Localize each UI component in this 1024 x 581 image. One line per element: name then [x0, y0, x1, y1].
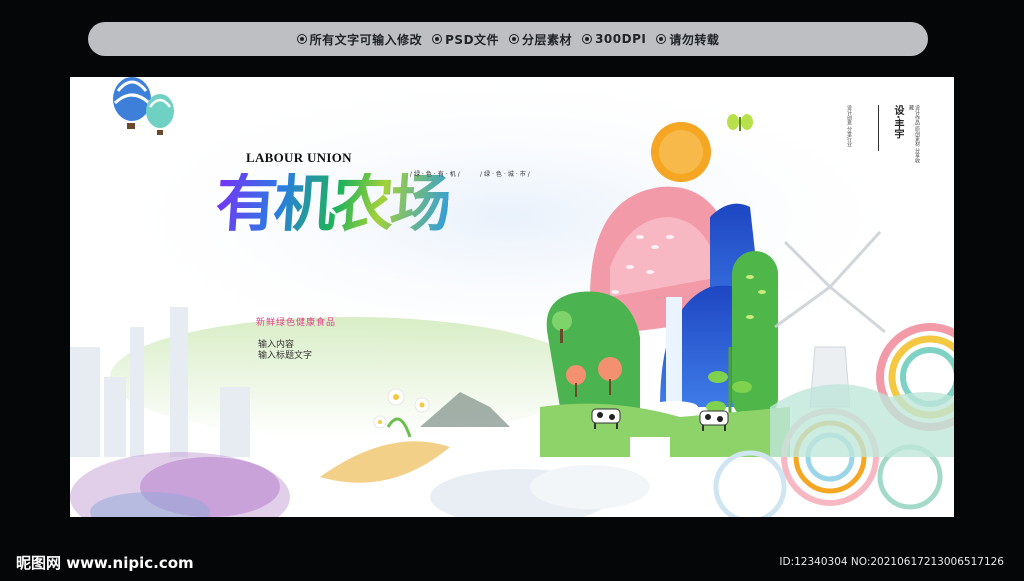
bullet-icon — [432, 34, 443, 44]
poster[interactable]: LABOUR UNION 有机农场 新鲜绿色健康食品 输入内容 输入标题文字 /… — [70, 77, 954, 517]
brand-mark: 设·丰宇 — [878, 105, 905, 151]
label-en: LABOUR UNION — [246, 150, 352, 165]
tree-top — [552, 311, 572, 331]
poster-illustration — [70, 77, 954, 517]
brand-mini-right: 设计作品 原创素材 分享收藏 — [908, 105, 920, 164]
input-line: 输入标题文字 — [258, 350, 313, 360]
waterfall-splash — [650, 401, 698, 413]
info-item: 请勿转载 — [656, 31, 719, 48]
tag-green-city: /绿·色·城·市/ — [480, 171, 532, 178]
info-item: 300DPI — [582, 31, 646, 48]
info-bar-items: 所有文字可输入修改 PSD文件 分层素材 300DPI 请勿转载 — [296, 31, 720, 48]
hot-air-balloon — [146, 94, 174, 135]
info-bar: 所有文字可输入修改 PSD文件 分层素材 300DPI 请勿转载 — [88, 22, 928, 56]
watercolor-splash — [70, 452, 290, 517]
info-item: 分层素材 — [509, 31, 572, 48]
brand-mini-left: 设计创意 分享行业 — [846, 105, 852, 147]
bullet-icon — [509, 34, 520, 44]
waterfall — [666, 297, 682, 407]
bullet-icon — [656, 34, 667, 44]
hot-air-balloon — [113, 77, 151, 129]
leaf-shape — [320, 441, 450, 483]
input-line: 输入内容 — [258, 339, 295, 349]
input-text-block: 输入内容 输入标题文字 — [258, 339, 312, 361]
bullet-icon — [582, 34, 593, 44]
cloud — [530, 465, 650, 509]
sun-core — [659, 130, 703, 174]
main-title: 有机农场 — [213, 167, 451, 240]
tree-trunk — [560, 329, 563, 343]
site-logo-text: 昵图网 www.nipic.com — [16, 554, 194, 572]
tag-green-organic: /绿·色·有·机/ — [410, 171, 462, 178]
site-watermark: 昵图网 www.nipic.com — [16, 552, 194, 573]
info-item: PSD文件 — [432, 31, 499, 48]
bullet-icon — [296, 34, 307, 44]
green-pillar-hill — [732, 251, 778, 421]
image-id: ID:12340304 NO:20210617213006517126 — [779, 556, 1004, 568]
subtitle: 新鲜绿色健康食品 — [256, 318, 337, 328]
teal-hills — [770, 384, 954, 457]
info-item: 所有文字可输入修改 — [296, 31, 423, 48]
